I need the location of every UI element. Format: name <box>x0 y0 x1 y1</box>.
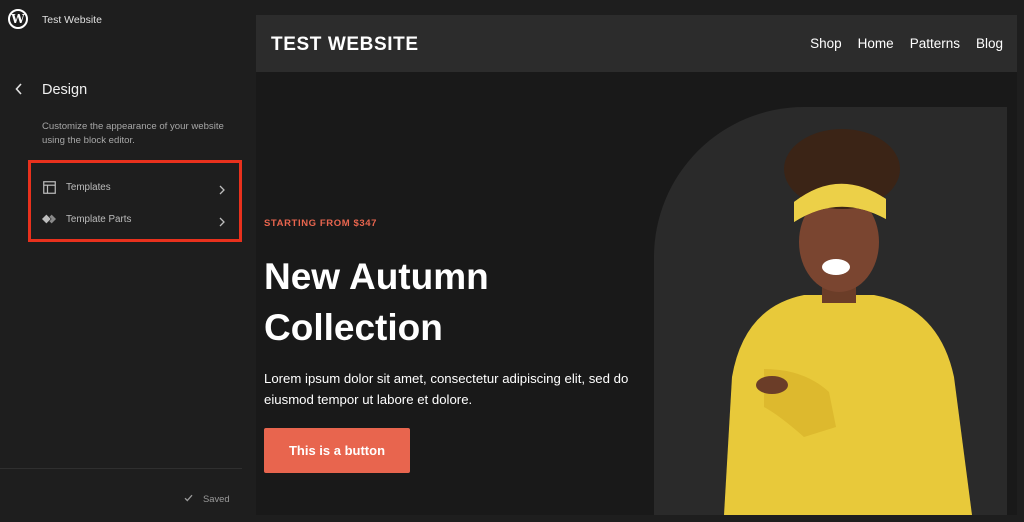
nav-link-blog[interactable]: Blog <box>976 36 1003 51</box>
hero-eyebrow: STARTING FROM $347 <box>264 218 378 229</box>
nav-link-home[interactable]: Home <box>858 36 894 51</box>
sidebar-item-templates[interactable]: Templates <box>42 176 228 198</box>
layout-icon <box>42 180 56 194</box>
site-nav: Shop Home Patterns Blog <box>810 36 1003 51</box>
sidebar-item-label: Templates <box>66 181 111 193</box>
panel-title: Design <box>42 82 88 98</box>
diamond-icon <box>42 212 56 226</box>
save-status: Saved <box>184 493 230 504</box>
back-arrow-icon[interactable] <box>12 82 26 96</box>
hero-image <box>654 107 1007 515</box>
hero-headline: New Autumn Collection <box>264 256 489 348</box>
sidebar: W Test Website Design Customize the appe… <box>0 0 256 522</box>
sidebar-item-template-parts[interactable]: Template Parts <box>42 208 228 230</box>
hero-button[interactable]: This is a button <box>264 428 410 473</box>
site-preview[interactable]: TEST WEBSITE Shop Home Patterns Blog STA… <box>256 15 1017 515</box>
panel-description: Customize the appearance of your website… <box>42 121 224 146</box>
chevron-right-icon <box>218 182 228 195</box>
chevron-right-icon <box>218 214 228 227</box>
sidebar-item-label: Template Parts <box>66 213 132 225</box>
site-title[interactable]: Test Website <box>42 14 102 26</box>
check-icon <box>184 493 193 504</box>
hero-body: Lorem ipsum dolor sit amet, consectetur … <box>264 371 629 407</box>
wordpress-logo-icon[interactable]: W <box>8 9 28 29</box>
site-brand[interactable]: TEST WEBSITE <box>271 34 419 56</box>
divider <box>0 468 242 469</box>
save-status-label: Saved <box>203 493 230 504</box>
nav-link-patterns[interactable]: Patterns <box>910 36 960 51</box>
site-header: TEST WEBSITE Shop Home Patterns Blog <box>256 15 1017 72</box>
nav-link-shop[interactable]: Shop <box>810 36 842 51</box>
